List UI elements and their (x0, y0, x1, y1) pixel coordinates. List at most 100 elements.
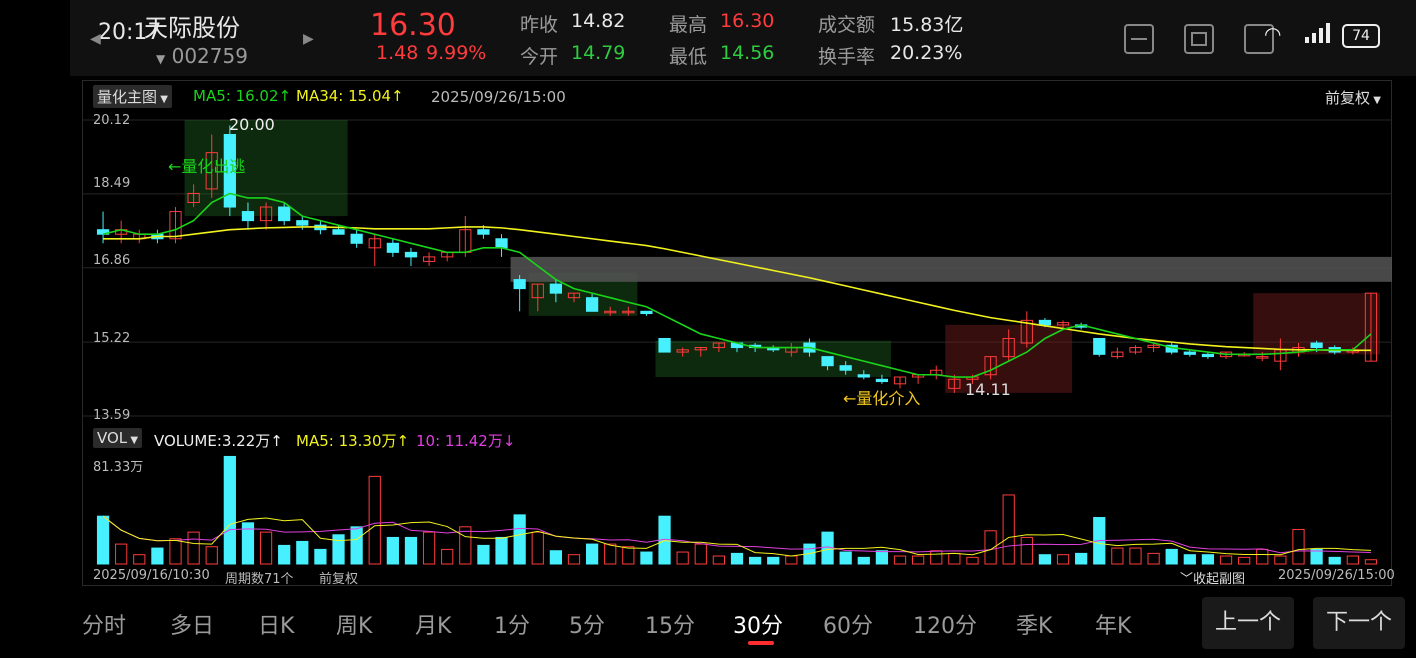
volume-bar (622, 546, 635, 565)
collapse-subchart-button[interactable]: ﹀收起副图 (1180, 568, 1245, 587)
stock-name: 天际股份 (144, 14, 240, 42)
volume-bar (368, 475, 381, 565)
candlestick-chart[interactable] (82, 108, 1392, 423)
volume-bar (404, 536, 418, 565)
tab-5min[interactable]: 5分 (569, 608, 605, 640)
prev-stock-arrow-icon[interactable]: ◀ (90, 31, 101, 47)
next-stock-arrow-icon[interactable]: ▶ (303, 31, 314, 47)
volume-bar (422, 531, 436, 565)
chevron-down-icon: ﹀ (1180, 572, 1194, 587)
battery-icon: 74 (1342, 24, 1380, 48)
resistance-band (510, 256, 1392, 282)
sub-indicator-select[interactable]: VOL ▼ (93, 428, 143, 448)
volume-bar (839, 551, 852, 565)
volume-bar (767, 556, 780, 565)
tab-daily[interactable]: 日K (258, 608, 294, 640)
collapse-label: 收起副图 (1193, 572, 1246, 587)
volume-bar (875, 550, 889, 565)
active-tab-indicator (748, 641, 774, 645)
tab-quarterly[interactable]: 季K (1016, 608, 1052, 640)
volume-bar (585, 543, 599, 565)
volume-bar (314, 548, 327, 565)
minimize-icon[interactable] (1124, 24, 1154, 54)
prev-stock-button[interactable]: 上一个 (1202, 597, 1294, 649)
volume-bar (1075, 552, 1088, 565)
volume-bar (205, 546, 218, 565)
turnover-value: 15.83亿 (890, 14, 964, 36)
ma34-line (103, 226, 1371, 352)
tab-30min[interactable]: 30分 (733, 608, 783, 640)
volume-bar (115, 543, 128, 565)
trough-price-label: 14.11 (965, 380, 1011, 399)
stock-code[interactable]: ▼ 002759 (156, 44, 248, 68)
volume-bar (912, 555, 925, 565)
volume-bar (1219, 555, 1233, 565)
ma34-readout: MA34: 15.04↑ (296, 87, 404, 105)
volume-bar (531, 531, 544, 565)
tab-yearly[interactable]: 年K (1095, 608, 1131, 640)
volume-bar (785, 555, 798, 565)
volume-bar (477, 544, 490, 565)
volume-bar (676, 551, 689, 565)
candle-body (549, 283, 562, 294)
volume-bar (966, 556, 979, 565)
vol-ma5-line (102, 515, 1371, 557)
volume-chart[interactable] (82, 452, 1392, 565)
volume-bar (893, 555, 907, 565)
candle-body (332, 229, 345, 235)
volume-bar (730, 552, 744, 565)
candle-body (640, 310, 653, 315)
tab-intraday[interactable]: 分时 (82, 608, 126, 640)
candle-body (477, 229, 490, 235)
candle-body (278, 206, 291, 222)
volume-readout: VOLUME:3.22万↑ (154, 432, 283, 450)
volume-bar (278, 544, 291, 565)
volume-bar (1201, 554, 1215, 565)
adjust-select[interactable]: 前复权 ▼ (1325, 87, 1381, 108)
dropdown-icon: ▼ (157, 94, 168, 105)
price-change: 1.48 (376, 42, 419, 64)
tab-120min[interactable]: 120分 (913, 608, 977, 640)
y-tick-label: 18.49 (93, 176, 131, 191)
candle-body (857, 374, 870, 378)
candle-body (513, 279, 526, 290)
chart-datetime: 2025/09/26/15:00 (431, 88, 566, 106)
tab-weekly[interactable]: 周K (336, 608, 372, 640)
volume-bar (640, 551, 653, 565)
prev-close-value: 14.82 (571, 10, 626, 32)
open-label: 今开 (520, 46, 559, 68)
volume-bar (694, 543, 707, 565)
tab-60min[interactable]: 60分 (823, 608, 873, 640)
volume-bar (857, 556, 870, 565)
exit-signal-label: ←量化出逃 (168, 157, 246, 176)
dropdown-icon: ▼ (156, 52, 166, 66)
volume-bar (96, 515, 110, 565)
candle-body (1038, 319, 1052, 326)
volume-bar (1020, 536, 1033, 565)
volume-bar (1310, 548, 1323, 565)
volume-bar (1364, 559, 1378, 565)
high-label: 最高 (669, 14, 708, 36)
wifi-icon: ◠ (1264, 22, 1282, 46)
volume-bar (513, 514, 526, 565)
next-stock-button[interactable]: 下一个 (1313, 597, 1405, 649)
tab-15min[interactable]: 15分 (645, 608, 695, 640)
open-value: 14.79 (571, 42, 626, 64)
window-icon[interactable] (1184, 24, 1214, 54)
tab-1min[interactable]: 1分 (494, 608, 530, 640)
main-indicator-select[interactable]: 量化主图 ▼ (93, 85, 172, 108)
volume-bar (386, 536, 399, 565)
volume-bar (259, 531, 273, 565)
volume-bar (350, 526, 363, 565)
dropdown-icon: ▼ (127, 435, 139, 446)
ma5-readout: MA5: 16.02↑ (193, 87, 292, 105)
candle-body (386, 242, 399, 253)
sub-indicator-label: VOL (97, 429, 128, 447)
candle-body (1093, 337, 1106, 355)
tab-monthly[interactable]: 月K (415, 608, 451, 640)
volume-bar (151, 547, 164, 565)
tab-multiday[interactable]: 多日 (170, 608, 214, 640)
entry-signal-label: ←量化介入 (843, 389, 921, 408)
candle-body (839, 365, 852, 371)
volume-bar (1328, 556, 1341, 565)
